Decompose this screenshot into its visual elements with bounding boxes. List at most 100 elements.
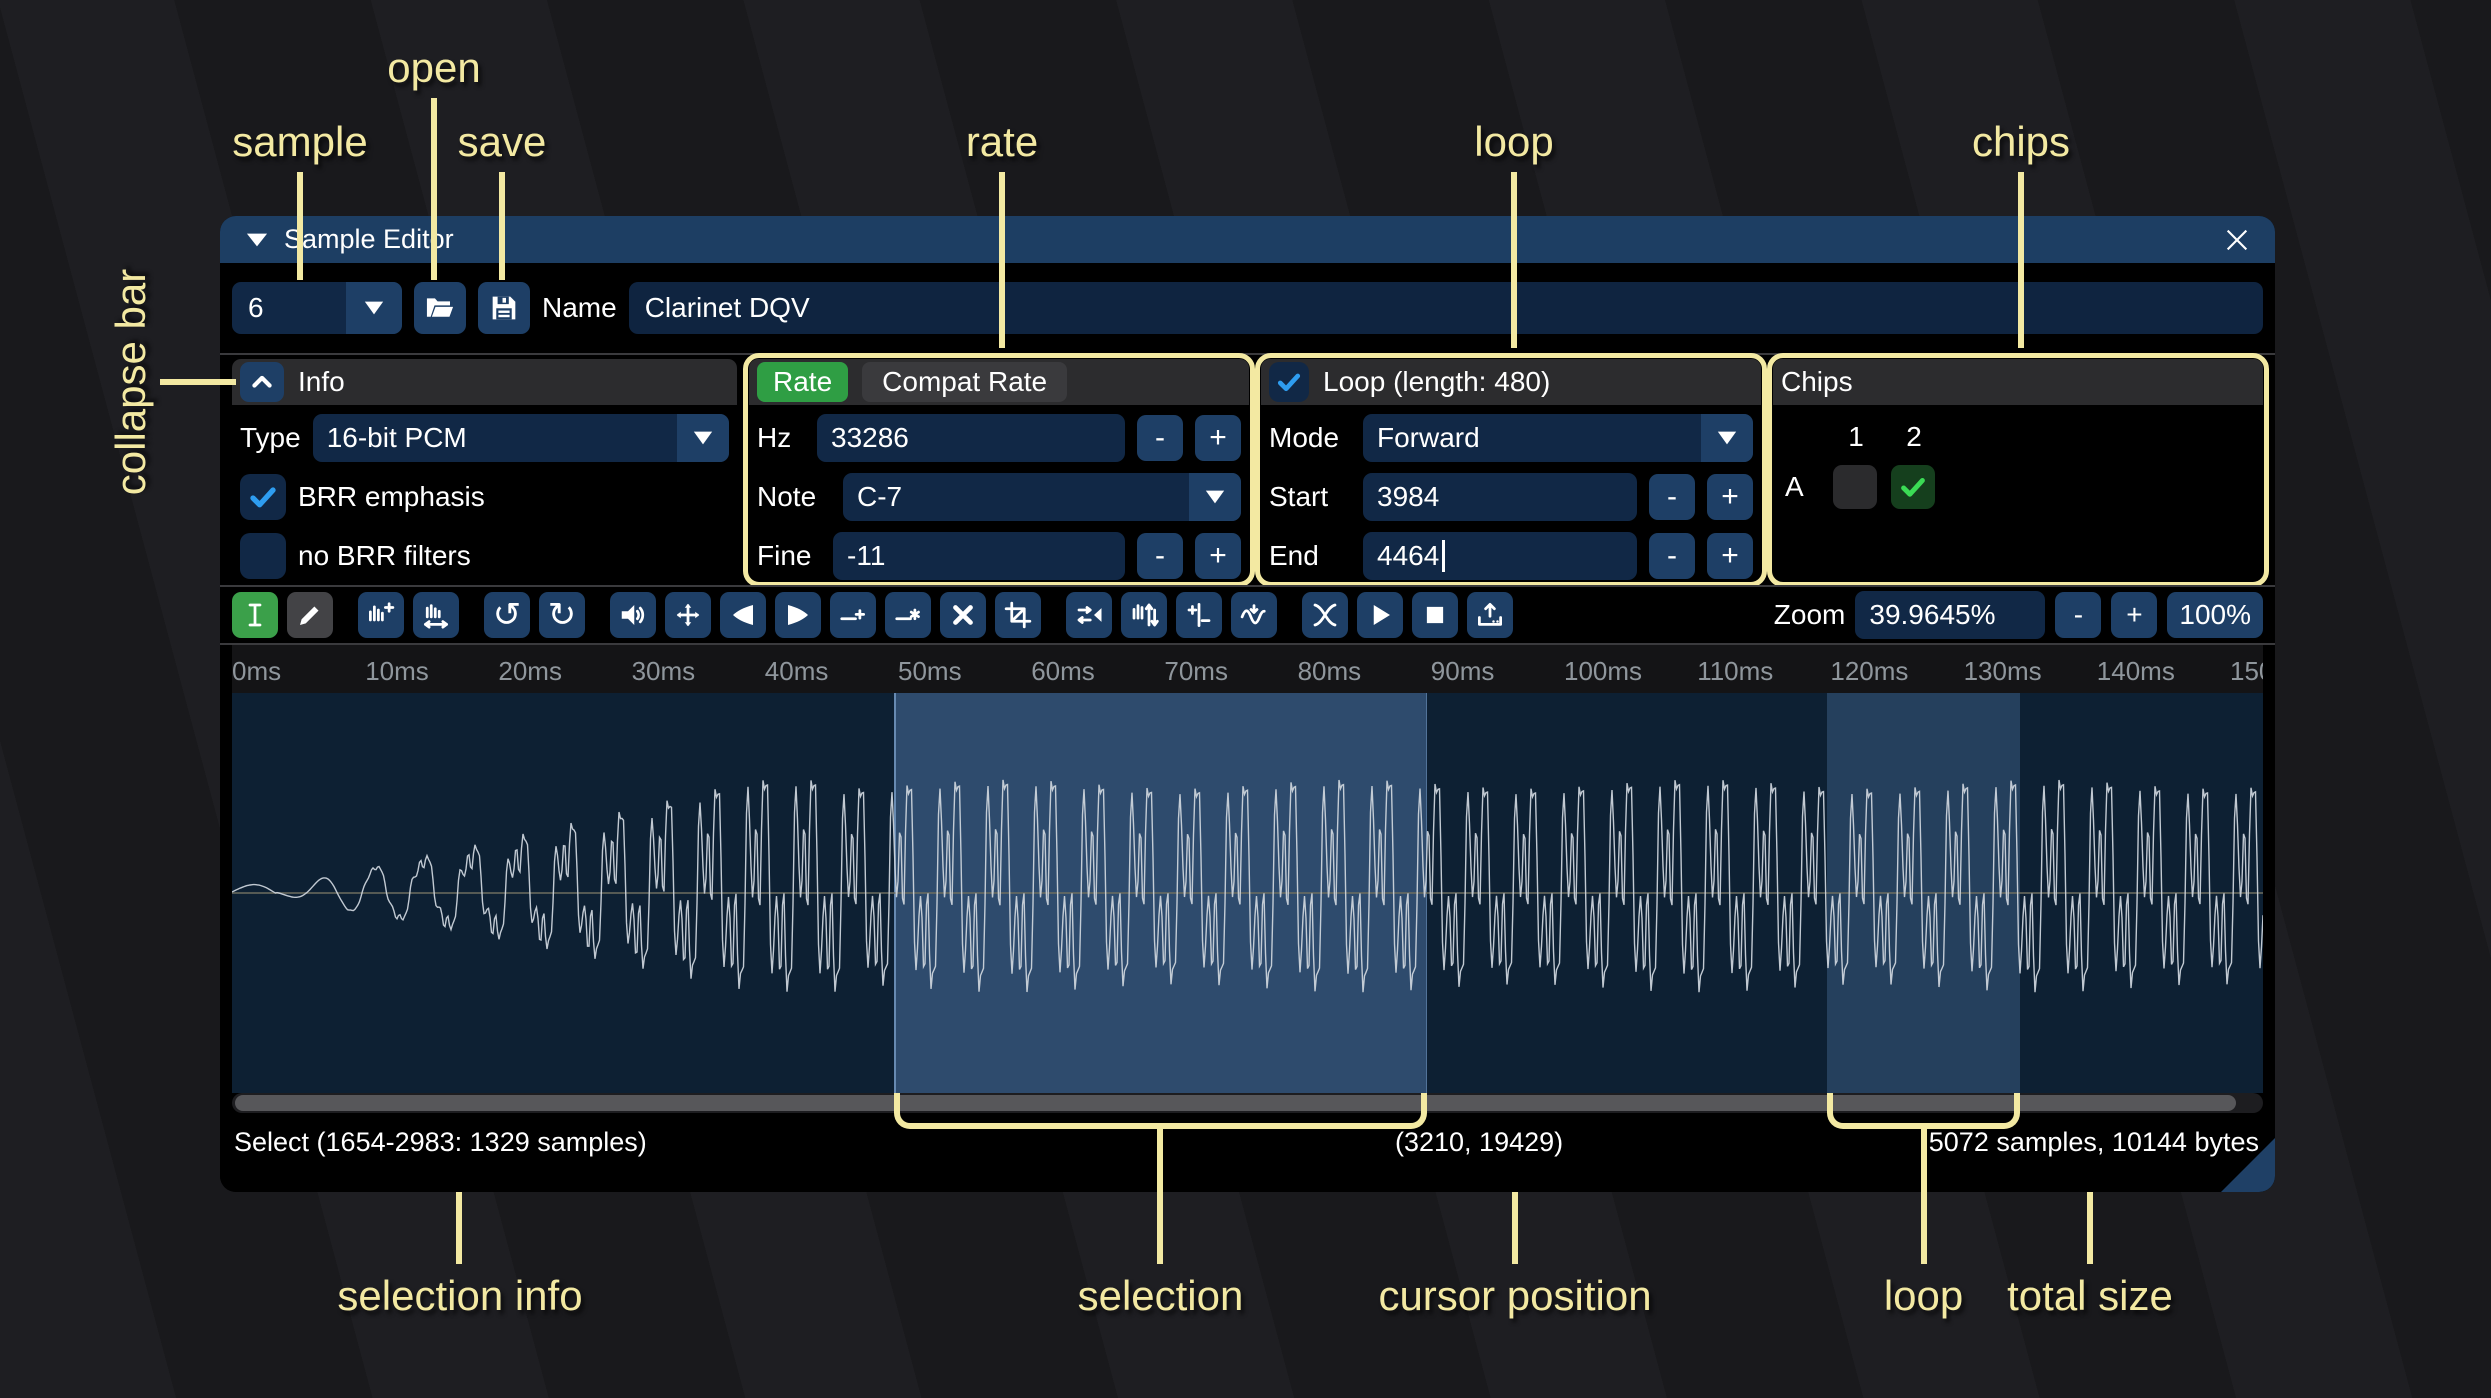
zoom-value-input[interactable]: 39.9645% [1855, 591, 2046, 639]
loop-start-increment-button[interactable]: + [1707, 474, 1753, 520]
fade-out-button[interactable] [775, 592, 821, 638]
loop-mode-select[interactable]: Forward [1363, 414, 1753, 462]
loop-mode-row: Mode Forward [1269, 413, 1753, 463]
redo-icon: ↻ [547, 595, 577, 635]
note-value: C-7 [857, 481, 903, 512]
loop-bracket [1827, 1093, 2020, 1129]
zoom-reset-button[interactable]: 100% [2167, 592, 2263, 638]
ruler-tick-120ms: 120ms [1830, 656, 1909, 686]
annotation-rate: rate [965, 118, 1039, 165]
normalize-button[interactable] [665, 592, 711, 638]
insert-silence-button[interactable] [830, 592, 876, 638]
loop-panel: Loop (length: 480) Mode Forward Start 39… [1255, 353, 1767, 587]
loop-start-input[interactable]: 3984 [1363, 473, 1637, 521]
chip-column-1: 1 [1848, 421, 1864, 452]
chip-2-checkbox[interactable] [1891, 465, 1935, 509]
sample-name-value: Clarinet DQV [644, 292, 810, 323]
loop-end-input[interactable]: 4464 [1363, 532, 1637, 580]
collapse-window-icon[interactable] [246, 232, 268, 248]
callout-line-cursor-position [1512, 1192, 1518, 1264]
create-instrument-button[interactable] [1467, 592, 1513, 638]
no-brr-filters-checkbox[interactable] [240, 533, 286, 579]
sample-header-row: 6 Name Clarinet DQV [220, 263, 2275, 353]
apply-filter-button[interactable] [1231, 592, 1277, 638]
compat-rate-tab[interactable]: Compat Rate [862, 362, 1068, 402]
note-row: Note C-7 [757, 472, 1241, 522]
fine-input[interactable]: -11 [833, 532, 1125, 580]
collapse-bar-button[interactable] [240, 362, 284, 402]
chip-1-checkbox[interactable] [1833, 465, 1877, 509]
loop-panel-title: Loop (length: 480) [1323, 366, 1551, 397]
chip-row-label: A [1785, 471, 1804, 502]
redo-button[interactable]: ↻ [539, 592, 585, 638]
draw-mode-button[interactable] [287, 592, 333, 638]
floppy-disk-icon [492, 296, 516, 320]
undo-icon: ↺ [492, 595, 522, 635]
play-button[interactable] [1357, 592, 1403, 638]
sample-editor-window: Sample Editor 6 Name Clarinet DQV Info T… [220, 216, 2275, 1192]
invert-button[interactable] [1121, 592, 1167, 638]
resize-grip[interactable] [2221, 1138, 2275, 1192]
chevron-down-icon[interactable] [1701, 414, 1753, 462]
chevron-down-icon[interactable] [346, 282, 402, 334]
hz-input[interactable]: 33286 [817, 414, 1125, 462]
fine-decrement-button[interactable]: - [1137, 533, 1183, 579]
title-bar[interactable]: Sample Editor [220, 216, 2275, 263]
edit-mode-button[interactable] [232, 592, 278, 638]
callout-line-total-size [2087, 1192, 2093, 1264]
trim-icon [1004, 601, 1032, 629]
preview-icon [1313, 603, 1337, 627]
annotation-collapse-bar: collapse bar [107, 268, 154, 496]
callout-line-save [499, 172, 505, 280]
callout-line-sample [297, 172, 303, 280]
note-select[interactable]: C-7 [843, 473, 1241, 521]
loop-start-value: 3984 [1377, 481, 1440, 512]
sign-invert-button[interactable] [1176, 592, 1222, 638]
hz-decrement-button[interactable]: - [1137, 415, 1183, 461]
sample-number-select[interactable]: 6 [232, 282, 402, 334]
brr-emphasis-label: BRR emphasis [298, 481, 485, 512]
fine-increment-button[interactable]: + [1195, 533, 1241, 579]
trim-button[interactable] [995, 592, 1041, 638]
brr-emphasis-row: BRR emphasis [240, 472, 729, 522]
time-ruler[interactable]: 0ms 10ms 20ms 30ms 40ms 50ms 60ms 70ms 80ms 90ms 1… [232, 645, 2263, 693]
stop-button[interactable] [1412, 592, 1458, 638]
zoom-value: 39.9645% [1869, 599, 1996, 630]
undo-button[interactable]: ↺ [484, 592, 530, 638]
sample-type-select[interactable]: 16-bit PCM [312, 414, 729, 462]
waveform-view[interactable] [232, 693, 2263, 1093]
loop-start-decrement-button[interactable]: - [1649, 474, 1695, 520]
hz-increment-button[interactable]: + [1195, 415, 1241, 461]
reverse-button[interactable] [1066, 592, 1112, 638]
loop-end-value: 4464 [1377, 540, 1440, 571]
apply-silence-button[interactable] [885, 592, 931, 638]
close-button[interactable] [2219, 222, 2255, 258]
create-instrument-icon [1478, 603, 1502, 626]
delete-button[interactable] [940, 592, 986, 638]
fade-in-button[interactable] [720, 592, 766, 638]
reverse-icon [1077, 606, 1102, 624]
open-sample-button[interactable] [414, 282, 466, 334]
chevron-down-icon[interactable] [677, 414, 729, 462]
normalize-icon [676, 603, 700, 627]
brr-emphasis-checkbox[interactable] [240, 474, 286, 520]
rate-tab[interactable]: Rate [757, 362, 849, 402]
loop-enable-checkbox[interactable] [1269, 362, 1309, 402]
zoom-in-button[interactable]: + [2111, 592, 2158, 638]
annotation-selection-info: selection info [337, 1272, 583, 1319]
ruler-tick-60ms: 60ms [1031, 656, 1095, 686]
save-sample-button[interactable] [478, 282, 530, 334]
loop-end-decrement-button[interactable]: - [1649, 533, 1695, 579]
loop-mode-label: Mode [1269, 422, 1340, 453]
chevron-down-icon[interactable] [1189, 473, 1241, 521]
amplify-button[interactable] [610, 592, 656, 638]
resample-button[interactable] [413, 592, 459, 638]
ruler-tick-50ms: 50ms [898, 656, 962, 686]
close-icon [2226, 229, 2248, 250]
loop-end-increment-button[interactable]: + [1707, 533, 1753, 579]
rate-panel: Rate Compat Rate Hz 33286 - + Note C-7 F… [743, 353, 1255, 587]
zoom-out-button[interactable]: - [2055, 592, 2102, 638]
preview-button[interactable] [1302, 592, 1348, 638]
resize-button[interactable] [358, 592, 404, 638]
ruler-tick-100ms: 100ms [1564, 656, 1643, 686]
